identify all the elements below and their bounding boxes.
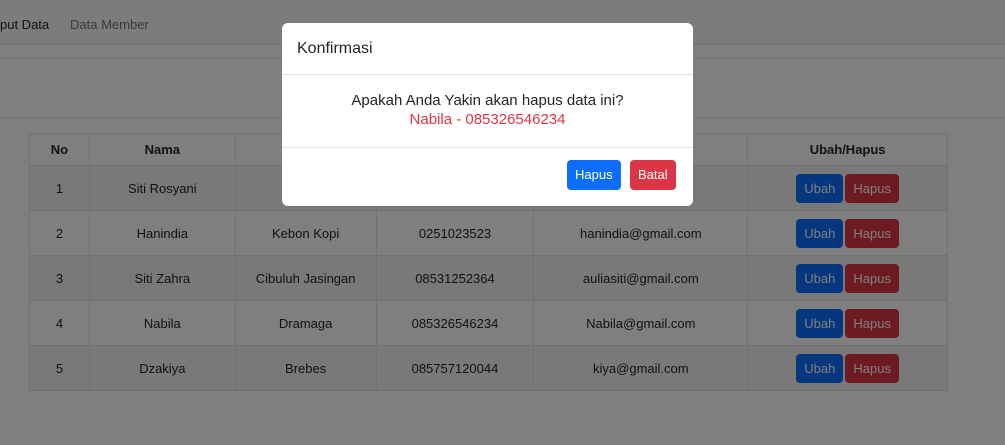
confirm-dialog: Konfirmasi Apakah Anda Yakin akan hapus … bbox=[282, 23, 693, 206]
confirm-delete-button[interactable]: Hapus bbox=[567, 160, 621, 190]
delete-target-text: Nabila - 085326546234 bbox=[409, 111, 566, 128]
confirm-question: Apakah Anda Yakin akan hapus data ini? bbox=[351, 92, 624, 109]
cancel-button[interactable]: Batal bbox=[630, 160, 676, 190]
dialog-body: Apakah Anda Yakin akan hapus data ini? N… bbox=[282, 75, 693, 148]
dialog-header: Konfirmasi bbox=[282, 23, 693, 75]
dialog-title: Konfirmasi bbox=[297, 40, 373, 57]
